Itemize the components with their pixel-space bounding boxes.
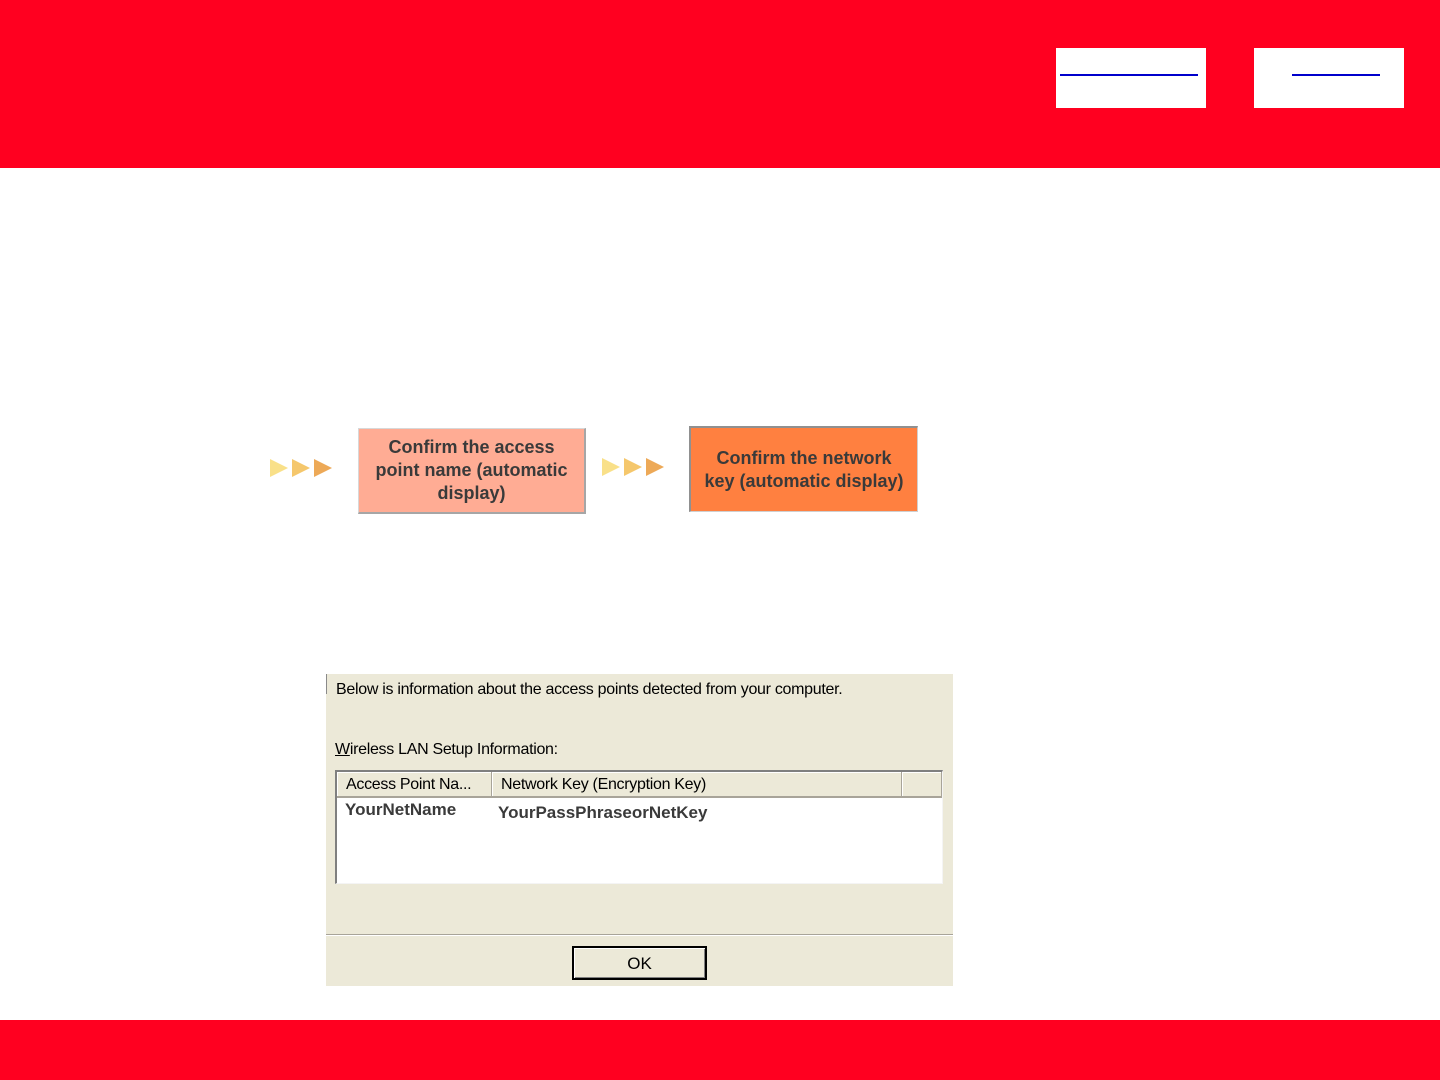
divider [326,934,953,936]
column-header-spare[interactable] [902,772,942,798]
nav-button-1[interactable] [1056,48,1206,108]
dialog-intro-text: Below is information about the access po… [336,681,843,698]
step-confirm-access-point: Confirm the access point name (automatic… [358,428,586,514]
step-label: Confirm the network key (automatic displ… [704,447,904,491]
column-header-network-key[interactable]: Network Key (Encryption Key) [492,772,902,798]
list-label-mnemonic: W [335,741,350,758]
nav-link-1[interactable] [1060,74,1198,76]
dialog-edge [326,674,327,694]
flow-arrow-icon [268,457,332,479]
list-label: Wireless LAN Setup Information: [335,741,558,759]
flow-arrow-icon [600,456,664,478]
list-header: Access Point Na... Network Key (Encrypti… [337,772,942,798]
wireless-lan-info-dialog: Below is information about the access po… [326,674,953,986]
nav-button-2[interactable] [1254,48,1404,108]
header-bar [0,0,1440,168]
cell-access-point-name: YourNetName [345,800,457,819]
nav-link-2[interactable] [1292,74,1380,76]
ok-button[interactable]: OK [572,946,707,980]
cell-network-key: YourPassPhraseorNetKey [498,803,708,822]
step-confirm-network-key: Confirm the network key (automatic displ… [689,426,918,512]
step-label: Confirm the access point name (automatic… [375,437,568,503]
setup-info-list[interactable]: Access Point Na... Network Key (Encrypti… [335,770,943,884]
list-label-text: ireless LAN Setup Information: [349,741,558,758]
column-header-access-point[interactable]: Access Point Na... [337,772,492,798]
footer-bar [0,1020,1440,1080]
